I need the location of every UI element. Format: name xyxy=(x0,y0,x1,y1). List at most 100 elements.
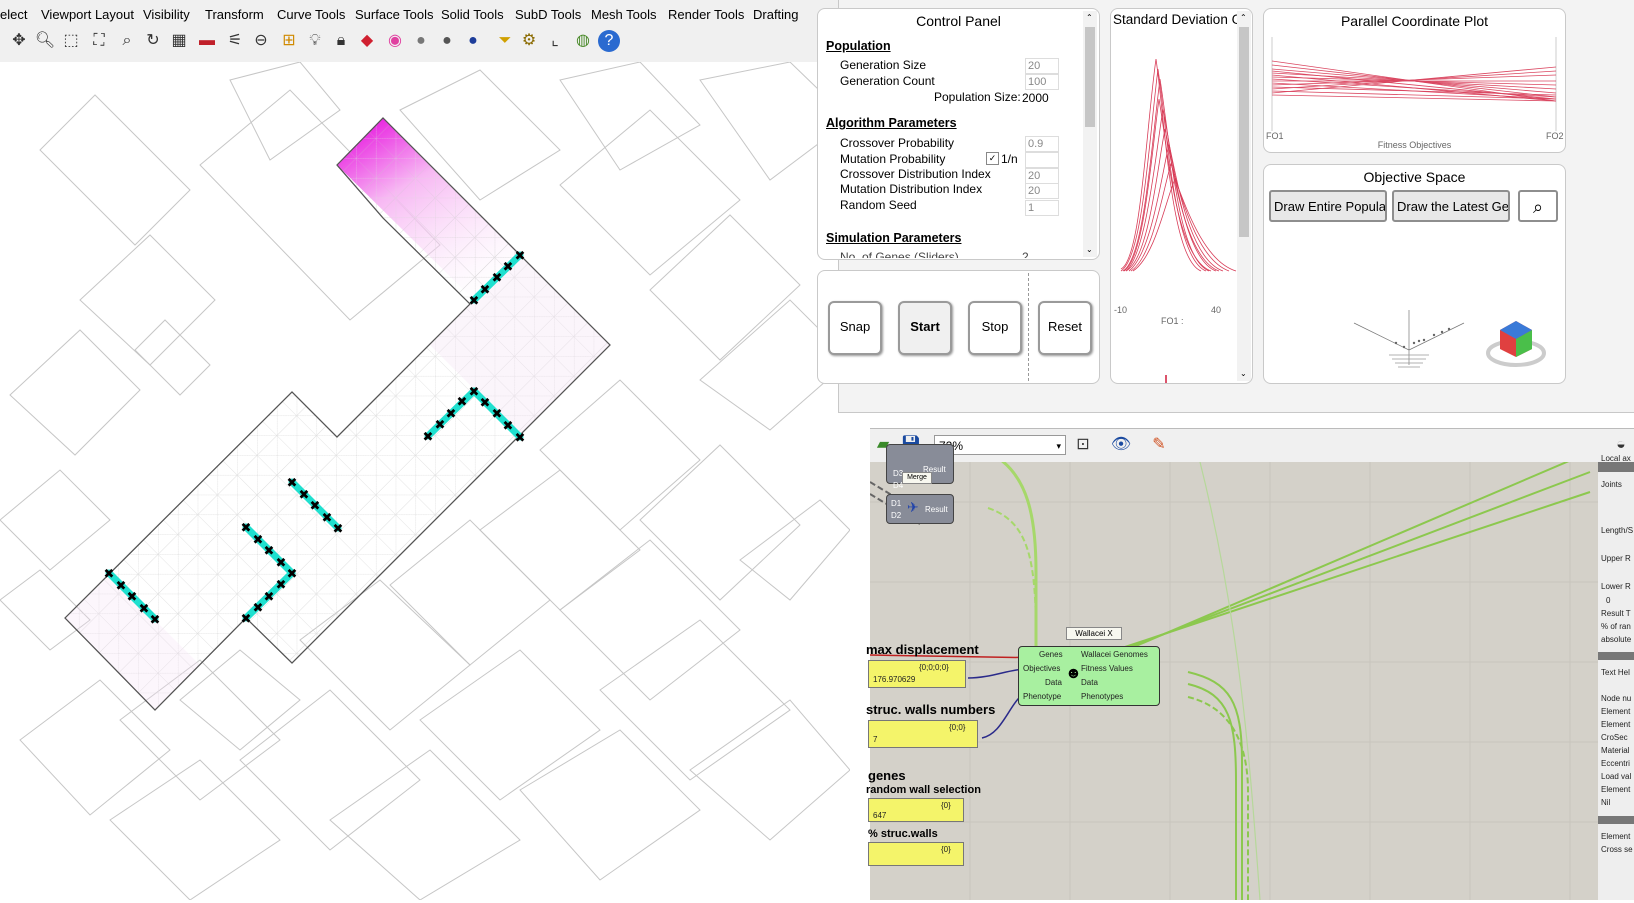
color-wheel-icon[interactable]: ◉ xyxy=(384,30,406,52)
menu-mesh-tools[interactable]: Mesh Tools xyxy=(591,7,657,22)
panel-header xyxy=(1598,462,1634,472)
std-deviation-curves xyxy=(1120,58,1237,383)
blue-sphere-icon[interactable]: ● xyxy=(462,30,484,52)
light-icon[interactable]: 💡︎ xyxy=(304,30,326,52)
std-scrollbar[interactable]: ⌃ ⌄ xyxy=(1237,11,1251,381)
genes-sliders-label: No. of Genes (Sliders) xyxy=(840,250,959,258)
control-panel-scrollbar[interactable]: ⌃ ⌄ xyxy=(1083,11,1097,257)
scroll-down-icon[interactable]: ⌄ xyxy=(1086,245,1093,254)
viewport-drawing: ✖✖✖✖✖ ✖✖✖✖✖ ✖✖✖✖ ✖✖✖✖✖ ✖✖✖✖✖ ✖✖✖✖ ✖✖✖✖✖ xyxy=(0,61,851,901)
rendered-sphere-icon[interactable]: ● xyxy=(436,30,458,52)
prop-cross-section: Cross se xyxy=(1601,845,1633,854)
std-scroll-down-icon[interactable]: ⌄ xyxy=(1240,369,1247,378)
menu-subd-tools[interactable]: SubD Tools xyxy=(515,7,581,22)
struc-walls-panel[interactable]: {0;0} 7 xyxy=(868,720,978,748)
rhino-viewport[interactable]: ✖ ✖ ✖ ✖ ✖ ✖ ✖ ✖ ✖ ✖ ✖ ✖ ✖ ✖ ✖ ✖ ✖ ✖ ✖ ✖ ✖ ✖ ✖ ✖ ✖ ✖ ✖ ✖ ✖ ✖ ✖ ✖ ✖ xyxy=(0,61,851,901)
filter-icon[interactable]: ⏷ xyxy=(494,30,516,52)
svg-text:✖: ✖ xyxy=(515,431,526,446)
svg-text:✖: ✖ xyxy=(276,556,287,571)
grid-snap-icon[interactable]: ⊞ xyxy=(278,30,300,52)
mutation-distribution-label: Mutation Distribution Index xyxy=(840,182,983,196)
mutation-distribution-field[interactable]: 20 xyxy=(1025,183,1059,199)
help-icon[interactable]: ? xyxy=(598,30,620,52)
pct-walls-slider[interactable]: {0} xyxy=(868,842,964,866)
scroll-up-icon[interactable]: ⌃ xyxy=(1086,13,1093,22)
prop-zero: 0 xyxy=(1606,596,1611,605)
preview-mode-icon[interactable]: ◒ xyxy=(1610,434,1632,456)
mutation-probability-field[interactable] xyxy=(1025,152,1059,168)
chevron-down-icon: ▾ xyxy=(1056,441,1061,451)
prop-node-numbers: Node nu xyxy=(1601,694,1632,703)
prop-eccentricity: Eccentri xyxy=(1601,759,1630,768)
menu-drafting[interactable]: Drafting xyxy=(753,7,799,22)
random-wall-slider[interactable]: {0} 647 xyxy=(868,798,964,822)
target-icon[interactable]: ⊖ xyxy=(250,30,272,52)
menu-transform[interactable]: Transform xyxy=(205,7,264,22)
menu-curve-tools[interactable]: Curve Tools xyxy=(277,7,345,22)
view-cube-icon[interactable] xyxy=(1486,321,1546,367)
std-scroll-thumb[interactable] xyxy=(1239,27,1249,237)
lock-icon[interactable]: 🔒︎ xyxy=(330,30,352,52)
stop-button[interactable]: Stop xyxy=(968,301,1022,355)
prop-element-1: Element xyxy=(1601,707,1631,716)
std-x-max: 40 xyxy=(1211,305,1222,315)
rotate-view-icon[interactable]: ↻ xyxy=(142,30,164,52)
shaded-sphere-icon[interactable]: ● xyxy=(410,30,432,52)
wallacei-input-data[interactable]: Data xyxy=(1045,678,1062,687)
generation-size-field[interactable]: 20 xyxy=(1025,58,1059,74)
crossover-probability-field[interactable]: 0.9 xyxy=(1025,136,1059,152)
named-views-icon[interactable]: ⚟ xyxy=(224,30,246,52)
grasshopper-canvas[interactable]: D3 D4 Result Merge D1 D2 ✈ Result Wallac… xyxy=(866,444,1612,900)
zoom-window-icon[interactable]: ⬚ xyxy=(60,30,82,52)
menu-viewport-layout[interactable]: Viewport Layout xyxy=(41,7,134,22)
zoom-extents-icon[interactable]: ⛶ xyxy=(88,30,110,52)
zoom-extents-icon[interactable]: ⊡ xyxy=(1072,434,1094,456)
wallacei-input-genes[interactable]: Genes xyxy=(1039,650,1063,659)
globe-icon[interactable]: ◍ xyxy=(572,30,594,52)
menu-visibility[interactable]: Visibility xyxy=(143,7,190,22)
menu-render-tools[interactable]: Render Tools xyxy=(668,7,744,22)
pan-icon[interactable]: ✥ xyxy=(8,30,30,52)
merge2-output-result: Result xyxy=(925,505,948,514)
parallel-coordinate-panel: Parallel Coordinate Plot FO1 FO2 Fitness… xyxy=(1263,8,1566,153)
layer-icon[interactable]: ◆ xyxy=(356,30,378,52)
zoom-icon[interactable]: 🔍︎ xyxy=(34,30,56,52)
crossover-distribution-field[interactable]: 20 xyxy=(1025,168,1059,184)
control-panel: Control Panel Population Generation Size… xyxy=(817,8,1100,260)
menu-surface-tools[interactable]: Surface Tools xyxy=(355,7,434,22)
prop-local-axes: Local ax xyxy=(1601,454,1631,463)
menu-solid-tools[interactable]: Solid Tools xyxy=(441,7,504,22)
mutation-probability-label: Mutation Probability xyxy=(840,152,946,166)
zoom-selected-icon[interactable]: ⌕ xyxy=(116,30,138,52)
population-heading: Population xyxy=(826,39,891,53)
wallacei-output-data[interactable]: Data xyxy=(1081,678,1098,687)
menu-select[interactable]: elect xyxy=(0,7,27,22)
max-displacement-label: max displacement xyxy=(866,642,979,657)
pct-walls-path: {0} xyxy=(941,845,951,854)
merge-component-2[interactable]: D1 D2 ✈ Result xyxy=(886,494,954,524)
sketch-pen-icon[interactable]: ✎ xyxy=(1148,434,1170,456)
car-icon[interactable]: ▬ xyxy=(196,30,218,52)
four-viewports-icon[interactable]: ▦ xyxy=(168,30,190,52)
dimension-icon[interactable]: ⌞ xyxy=(544,30,566,52)
reset-button[interactable]: Reset xyxy=(1038,301,1092,355)
population-size-value: 2000 xyxy=(1022,91,1049,105)
wallacei-output-fitness[interactable]: Fitness Values xyxy=(1081,664,1133,673)
std-scroll-up-icon[interactable]: ⌃ xyxy=(1240,13,1247,22)
wallacei-output-genomes[interactable]: Wallacei Genomes xyxy=(1081,650,1148,659)
start-button[interactable]: Start xyxy=(898,301,952,355)
max-displacement-value: 176.970629 xyxy=(873,675,916,684)
settings-icon[interactable]: ⚙ xyxy=(518,30,540,52)
wallacei-output-phenotypes[interactable]: Phenotypes xyxy=(1081,692,1123,701)
preview-eye-icon[interactable]: 👁︎ xyxy=(1110,434,1132,456)
generation-count-field[interactable]: 100 xyxy=(1025,74,1059,90)
random-seed-field[interactable]: 1 xyxy=(1025,200,1059,216)
max-displacement-panel[interactable]: {0;0;0;0} 176.970629 xyxy=(868,660,966,688)
snap-button[interactable]: Snap xyxy=(828,301,882,355)
prop-lower: Lower R xyxy=(1601,582,1631,591)
scroll-thumb[interactable] xyxy=(1085,27,1095,127)
wallacei-input-objectives[interactable]: Objectives xyxy=(1023,664,1060,673)
wallacei-component[interactable]: Genes Objectives Data Phenotype ☻ Wallac… xyxy=(1018,646,1160,706)
wallacei-input-phenotype[interactable]: Phenotype xyxy=(1023,692,1061,701)
mutation-checkbox[interactable]: ✓ xyxy=(986,152,999,165)
